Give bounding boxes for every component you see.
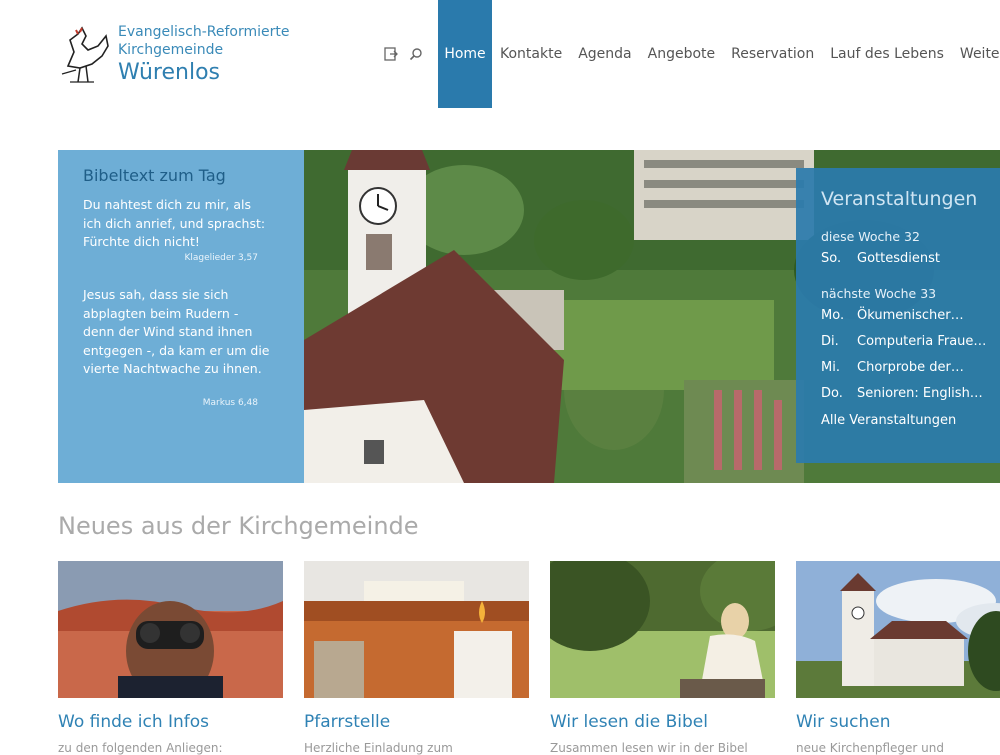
news-card-text: zu den folgenden Anliegen: (58, 741, 223, 755)
news-card-text: Zusammen lesen wir in der Bibel (550, 741, 748, 755)
nav-agenda[interactable]: Agenda (570, 0, 639, 108)
news-card-text: neue Kirchenpfleger und (796, 741, 944, 755)
all-events-link[interactable]: Alle Veranstaltungen (821, 413, 956, 428)
rooster-logo-icon (61, 26, 109, 83)
bible-verse-1: Du nahtest dich zu mir, als ich dich anr… (83, 197, 266, 249)
event-day: Do. (821, 386, 843, 401)
event-day: Di. (821, 334, 839, 349)
church-image (796, 561, 1000, 698)
events-week-current: diese Woche 32 (821, 229, 920, 244)
events-title: Veranstaltungen (821, 188, 978, 210)
main-nav: Home Kontakte Agenda Angebote Reservatio… (438, 0, 1000, 108)
news-heading: Neues aus der Kirchgemeinde (58, 512, 419, 540)
news-card-bibel[interactable]: Wir lesen die Bibel Zusammen lesen wir i… (550, 561, 775, 755)
event-item[interactable]: Mo. Ökumenischer… (821, 308, 964, 323)
event-name: Ökumenischer… (857, 308, 964, 323)
nav-lauf-des-lebens[interactable]: Lauf des Lebens (822, 0, 952, 108)
event-item[interactable]: Do. Senioren: English… (821, 386, 983, 401)
candle-image (304, 561, 529, 698)
events-week-next: nächste Woche 33 (821, 286, 937, 301)
event-item[interactable]: Di. Computeria Fraue… (821, 334, 986, 349)
nav-kontakte[interactable]: Kontakte (492, 0, 570, 108)
news-card-title[interactable]: Wo finde ich Infos (58, 712, 209, 732)
binoculars-image (58, 561, 283, 698)
search-icon[interactable] (409, 46, 423, 65)
event-name: Computeria Fraue… (857, 334, 987, 349)
org-name-location: Würenlos (118, 60, 220, 85)
event-day: Mo. (821, 308, 845, 323)
news-card-text: Herzliche Einladung zum (304, 741, 453, 755)
news-card-pfarrstelle[interactable]: Pfarrstelle Herzliche Einladung zum (304, 561, 529, 755)
news-card-title[interactable]: Wir lesen die Bibel (550, 712, 708, 732)
bible-verse-2: Jesus sah, dass sie sich abplagten beim … (83, 287, 270, 376)
event-item[interactable]: So. Gottesdienst (821, 251, 940, 266)
news-card-wir-suchen[interactable]: Wir suchen neue Kirchenpfleger und (796, 561, 1000, 755)
event-name: Senioren: English… (857, 386, 983, 401)
reading-girl-image (550, 561, 775, 698)
event-day: So. (821, 251, 842, 266)
login-icon[interactable] (384, 46, 398, 65)
bible-text-panel: Bibeltext zum Tag Du nahtest dich zu mir… (58, 150, 304, 483)
event-day: Mi. (821, 360, 840, 375)
event-name: Gottesdienst (857, 251, 940, 266)
news-card-title[interactable]: Wir suchen (796, 712, 891, 732)
bible-title: Bibeltext zum Tag (83, 166, 226, 185)
events-panel: Veranstaltungen diese Woche 32 So. Gottes… (796, 168, 1000, 463)
nav-weitere[interactable]: Weitere Di (952, 0, 1000, 108)
site-logo[interactable]: Evangelisch-Reformierte Kirchgemeinde Wü… (58, 22, 318, 92)
news-card-title[interactable]: Pfarrstelle (304, 712, 390, 732)
org-name-line2: Kirchgemeinde (118, 42, 224, 58)
event-name: Chorprobe der… (857, 360, 964, 375)
event-item[interactable]: Mi. Chorprobe der… (821, 360, 964, 375)
news-card-infos[interactable]: Wo finde ich Infos zu den folgenden Anli… (58, 561, 283, 755)
nav-reservation[interactable]: Reservation (723, 0, 822, 108)
bible-ref-2: Markus 6,48 (202, 398, 258, 408)
bible-ref-1: Klagelieder 3,57 (184, 253, 258, 263)
nav-angebote[interactable]: Angebote (640, 0, 724, 108)
nav-home[interactable]: Home (438, 0, 492, 108)
org-name-line1: Evangelisch-Reformierte (118, 24, 290, 40)
